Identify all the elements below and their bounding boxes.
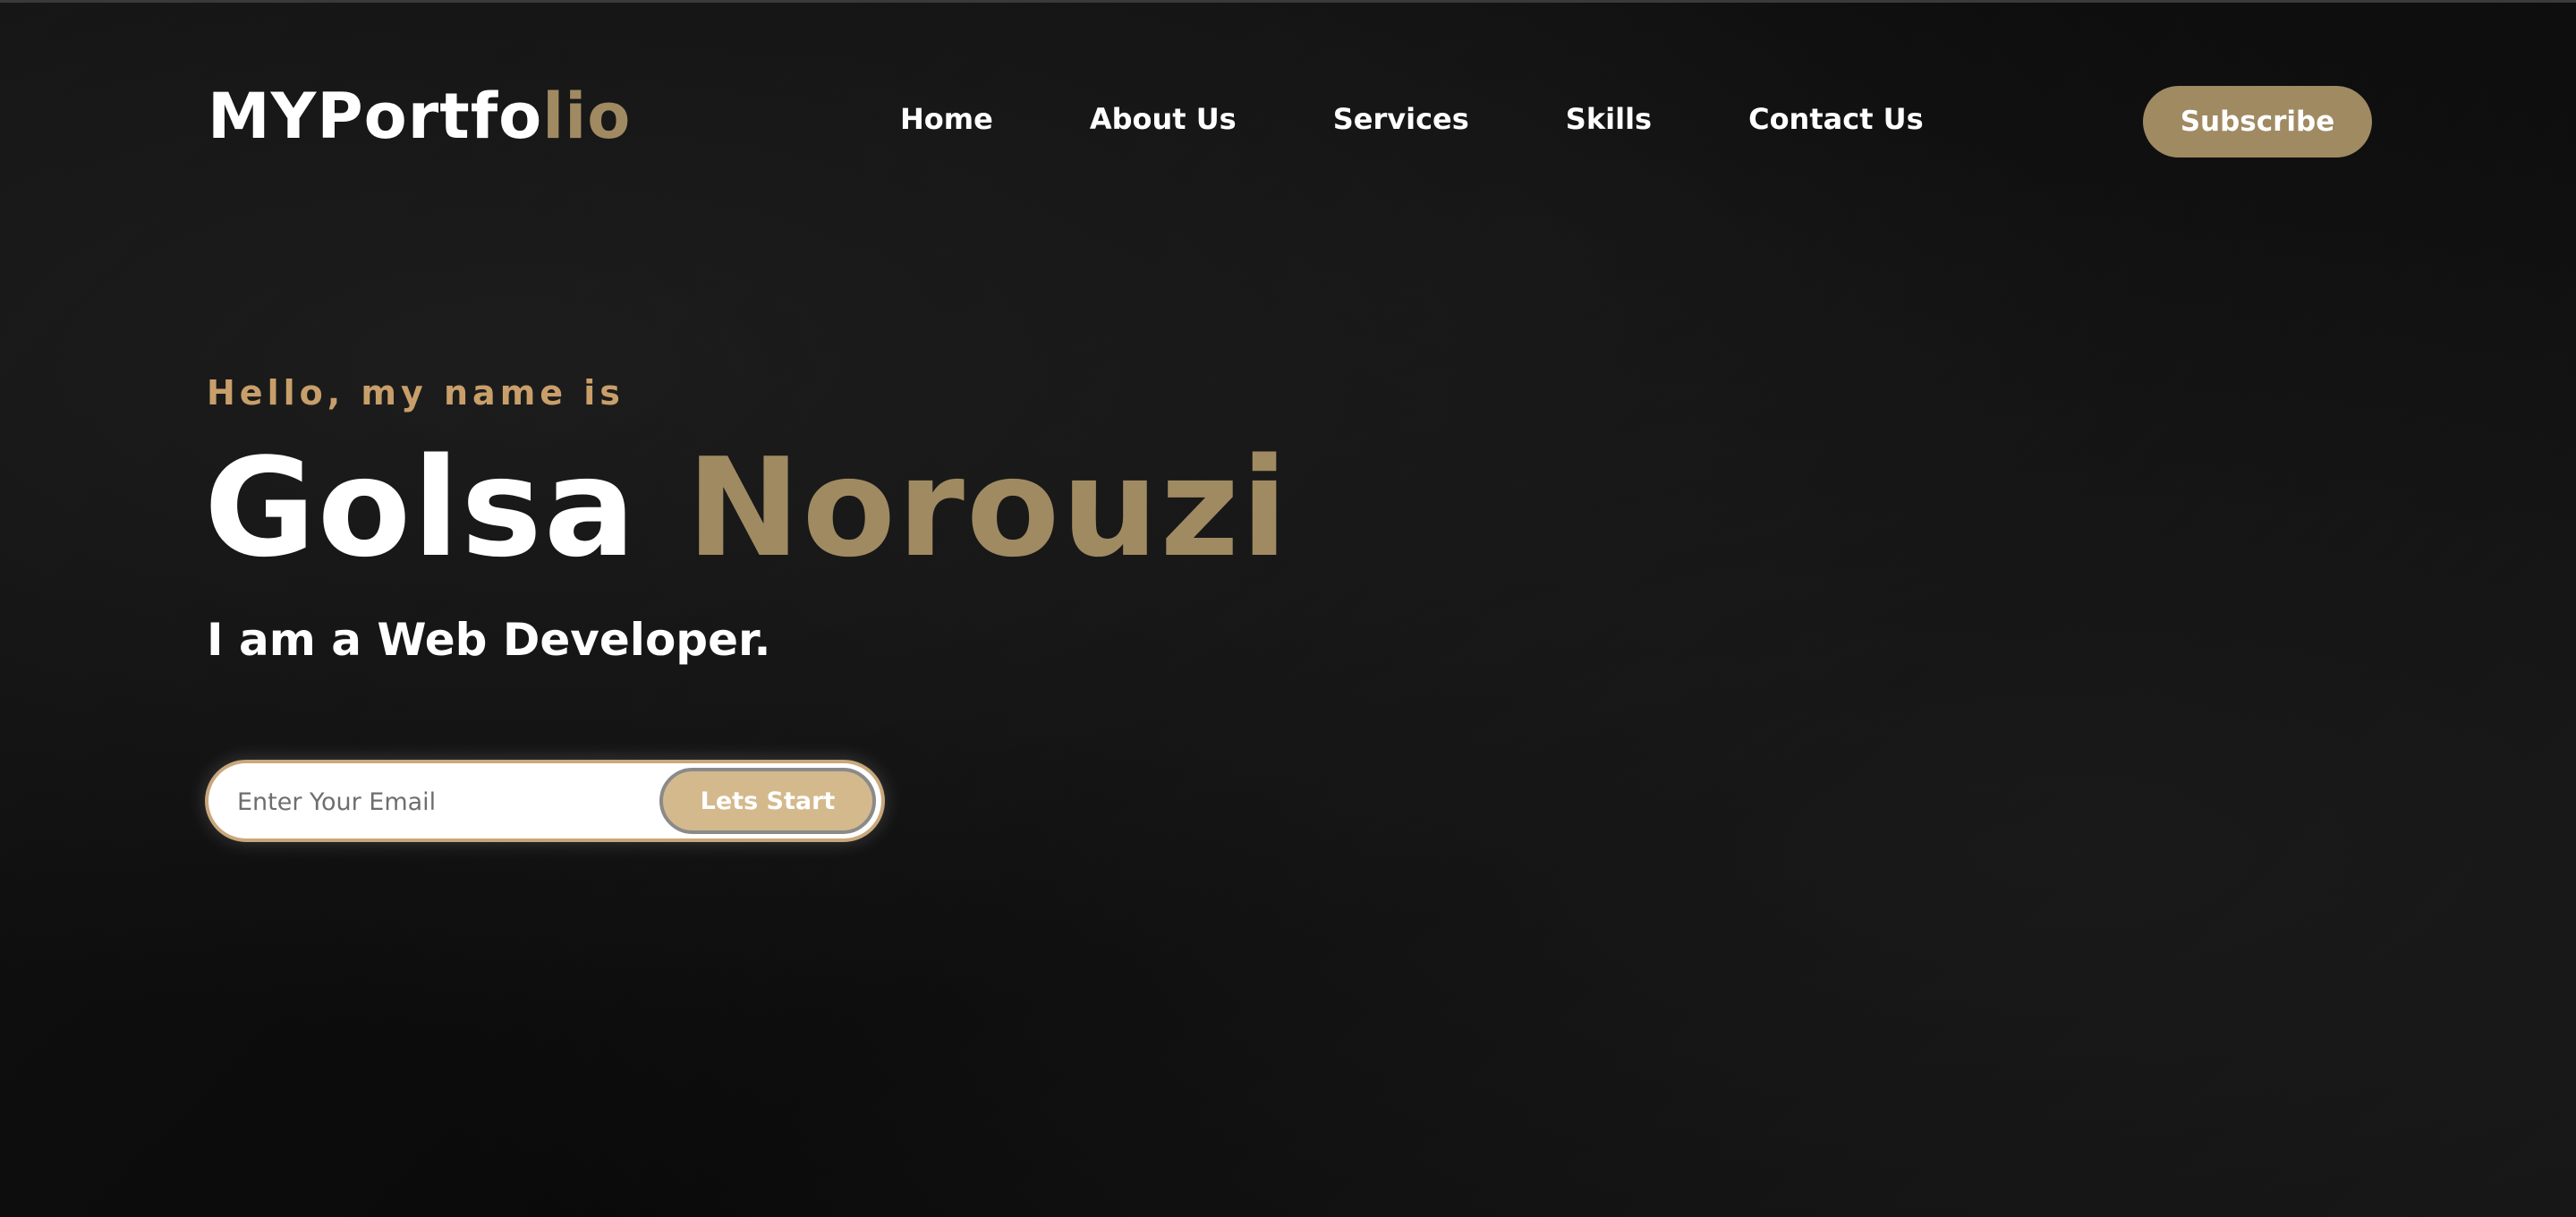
nav-item-contact-us[interactable]: Contact Us bbox=[1748, 102, 1924, 136]
hero-role: I am a Web Developer. bbox=[207, 614, 771, 666]
lets-start-button[interactable]: Lets Start bbox=[659, 768, 876, 834]
page-background: MYPortfolio Home About Us Services Skill… bbox=[0, 0, 2576, 1217]
logo-accent-text: lio bbox=[542, 80, 632, 153]
nav-item-about-us[interactable]: About Us bbox=[1090, 102, 1237, 136]
nav-item-services[interactable]: Services bbox=[1333, 102, 1469, 136]
hero-last-name: Norouzi bbox=[686, 429, 1290, 587]
site-logo[interactable]: MYPortfolio bbox=[208, 76, 631, 157]
hero-first-name: Golsa bbox=[204, 429, 638, 587]
email-input[interactable] bbox=[235, 779, 633, 824]
main-nav: Home About Us Services Skills Contact Us bbox=[900, 98, 1924, 140]
hero-name: Golsa Norouzi bbox=[204, 432, 1289, 584]
nav-item-home[interactable]: Home bbox=[900, 102, 993, 136]
logo-primary-text: MYPortfo bbox=[208, 80, 543, 153]
subscribe-button[interactable]: Subscribe bbox=[2143, 86, 2372, 157]
nav-item-skills[interactable]: Skills bbox=[1566, 102, 1652, 136]
email-signup-form: Lets Start bbox=[205, 760, 885, 842]
hero-greeting: Hello, my name is bbox=[207, 373, 625, 413]
